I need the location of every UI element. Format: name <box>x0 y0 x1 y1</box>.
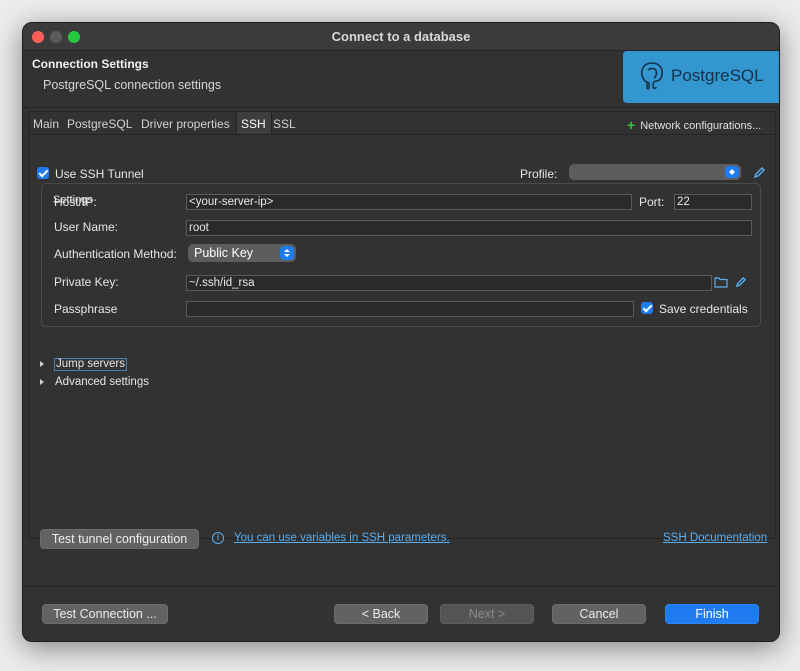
next-button[interactable]: Next > <box>440 604 534 624</box>
postgresql-logo: PostgreSQL <box>623 51 779 103</box>
edit-profile-icon[interactable] <box>753 166 766 179</box>
title-bar: Connect to a database <box>23 23 779 51</box>
connect-dialog: Connect to a database Connection Setting… <box>22 22 780 642</box>
tab-ssl[interactable]: SSL <box>273 117 296 131</box>
window-title: Connect to a database <box>331 29 471 44</box>
tab-postgresql[interactable]: PostgreSQL <box>67 117 132 131</box>
header-subtitle: PostgreSQL connection settings <box>43 78 222 92</box>
elephant-icon <box>641 62 663 90</box>
test-connection-button[interactable]: Test Connection ... <box>42 604 168 624</box>
private-key-label: Private Key: <box>54 275 119 289</box>
host-input[interactable]: <your-server-ip> <box>186 194 632 210</box>
save-credentials-label: Save credentials <box>659 302 748 316</box>
user-name-label: User Name: <box>54 220 119 234</box>
settings-group: Host/IP: <your-server-ip> Port: 22 User … <box>41 183 761 327</box>
host-label: Host/IP: <box>54 195 97 209</box>
cancel-button[interactable]: Cancel <box>552 604 646 624</box>
chevron-updown-icon <box>725 166 739 178</box>
port-label: Port: <box>639 195 665 209</box>
port-input[interactable]: 22 <box>674 194 752 210</box>
test-tunnel-button[interactable]: Test tunnel configuration <box>40 529 199 549</box>
use-ssh-tunnel-label: Use SSH Tunnel <box>55 167 144 181</box>
use-ssh-tunnel-checkbox[interactable] <box>37 167 49 179</box>
tab-bar: Main PostgreSQL Driver properties SSH SS… <box>29 112 775 135</box>
advanced-settings-toggle[interactable]: Advanced settings <box>55 376 149 388</box>
user-name-input[interactable]: root <box>186 220 752 236</box>
plus-icon: + <box>627 117 636 133</box>
back-button[interactable]: < Back <box>334 604 428 624</box>
connection-panel: Main PostgreSQL Driver properties SSH SS… <box>28 111 776 549</box>
info-icon: i <box>212 532 224 544</box>
auth-method-select[interactable]: Public Key <box>188 244 296 262</box>
save-credentials-checkbox[interactable] <box>641 302 653 314</box>
chevron-updown-icon <box>280 246 294 260</box>
header-title: Connection Settings <box>32 57 149 71</box>
tab-ssh[interactable]: SSH <box>241 117 266 131</box>
jump-servers-toggle[interactable]: Jump servers <box>54 358 128 371</box>
passphrase-input[interactable] <box>186 301 634 317</box>
profile-label: Profile: <box>520 167 558 181</box>
profile-select[interactable] <box>569 164 741 180</box>
finish-button[interactable]: Finish <box>665 604 759 624</box>
edit-key-icon[interactable] <box>735 276 747 288</box>
network-configurations-button[interactable]: + Network configurations... <box>627 116 762 133</box>
private-key-input[interactable]: ~/.ssh/id_rsa <box>186 275 712 291</box>
ssh-variables-link[interactable]: You can use variables in SSH parameters. <box>234 532 450 544</box>
ssh-documentation-link[interactable]: SSH Documentation <box>663 532 767 544</box>
expand-arrow-icon[interactable] <box>40 379 44 385</box>
network-configurations-label: Network configurations... <box>640 120 762 132</box>
folder-icon[interactable] <box>714 276 728 288</box>
expand-arrow-icon[interactable] <box>40 361 44 367</box>
dialog-header: Connection Settings PostgreSQL connectio… <box>23 51 779 108</box>
passphrase-label: Passphrase <box>54 302 118 316</box>
auth-method-value: Public Key <box>194 246 254 260</box>
tab-driver-properties[interactable]: Driver properties <box>141 117 230 131</box>
logo-text: PostgreSQL <box>671 66 764 85</box>
tab-main[interactable]: Main <box>33 117 59 131</box>
dialog-footer: Test Connection ... < Back Next > Cancel… <box>23 586 779 641</box>
auth-method-label: Authentication Method: <box>54 247 177 261</box>
